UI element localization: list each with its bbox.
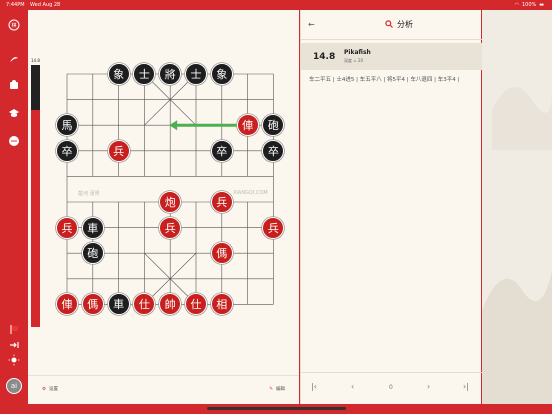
first-move-icon[interactable]: |‹	[311, 382, 317, 391]
piece-14[interactable]: 兵	[56, 216, 78, 239]
status-right: ◠ 100% ▬	[515, 2, 544, 8]
next-move-icon[interactable]: ›	[427, 382, 430, 391]
piece-10[interactable]: 卒	[210, 139, 233, 162]
piece-13[interactable]: 兵	[210, 191, 233, 213]
flag-icon[interactable]	[7, 322, 21, 336]
avatar[interactable]: ai	[6, 378, 22, 394]
piece-22[interactable]: 車	[107, 293, 130, 316]
logo-icon[interactable]: 棋	[7, 18, 21, 32]
search-icon	[385, 19, 393, 30]
river-watermark-right: XIANGQI.COM	[233, 190, 268, 196]
engine-depth: 深度 = 20	[344, 58, 363, 63]
settings-label: 设置	[49, 387, 59, 392]
background-art	[482, 10, 552, 404]
piece-3[interactable]: 士	[185, 63, 207, 85]
gear-icon: ⚙	[42, 386, 47, 392]
piece-11[interactable]: 卒	[262, 139, 285, 162]
piece-6[interactable]: 俥	[236, 114, 259, 137]
piece-8[interactable]: 卒	[56, 139, 78, 162]
river-watermark-left: 楚河 漢界	[78, 191, 100, 197]
eval-bar-black	[31, 65, 40, 110]
status-date: Wed Aug 28	[30, 2, 61, 8]
analysis-panel: ← 分析 14.8 Pikafish 深度 = 20 车二平五 | 士4进5 |…	[300, 10, 482, 404]
analysis-title: 分析	[385, 19, 413, 30]
principal-variation[interactable]: 车二平五 | 士4进5 | 车五平八 | 将5平4 | 车八退四 | 车3平4 …	[309, 75, 481, 83]
learn-icon[interactable]	[7, 106, 21, 120]
piece-9[interactable]: 兵	[107, 139, 130, 162]
piece-4[interactable]: 象	[210, 63, 233, 85]
back-arrow-icon[interactable]: ←	[308, 20, 315, 29]
svg-text:棋: 棋	[11, 22, 16, 29]
analysis-header: ← 分析	[301, 10, 482, 40]
logout-icon[interactable]	[7, 338, 21, 352]
engine-line[interactable]: 14.8 Pikafish 深度 = 20	[301, 43, 482, 70]
piece-19[interactable]: 傌	[210, 242, 233, 265]
engine-score: 14.8	[313, 52, 336, 62]
piece-16[interactable]: 兵	[159, 216, 182, 239]
piece-0[interactable]: 象	[107, 63, 130, 85]
puzzle-icon[interactable]	[7, 78, 21, 92]
piece-17[interactable]: 兵	[262, 216, 285, 239]
sidebar: 棋 ai	[0, 10, 28, 414]
piece-18[interactable]: 砲	[81, 242, 104, 265]
settings-button[interactable]: ⚙ 设置	[42, 386, 59, 393]
last-move-icon[interactable]: ›|	[463, 382, 469, 391]
piece-7[interactable]: 砲	[262, 114, 285, 137]
eval-label: 14.8	[31, 58, 40, 63]
analysis-icon[interactable]	[7, 52, 21, 66]
edit-icon: ✎	[269, 386, 273, 392]
eval-bar	[31, 65, 40, 327]
home-indicator	[207, 407, 346, 410]
wifi-icon: ◠	[514, 2, 519, 8]
status-time: 7:44PM	[6, 2, 25, 8]
battery-icon: ▬	[539, 2, 544, 8]
engine-name: Pikafish	[344, 49, 371, 56]
move-index: 0	[389, 384, 393, 391]
board-pane: 14.8 象士將士象馬俥砲卒兵卒卒炮兵兵車兵兵砲傌俥傌車仕帥仕相 楚河 漢界 X…	[28, 10, 299, 404]
move-navigation: |‹ ‹ 0 › ›|	[301, 372, 482, 404]
status-bar: 7:44PM Wed Aug 28 ◠ 100% ▬	[0, 0, 552, 10]
prev-move-icon[interactable]: ‹	[351, 382, 354, 391]
piece-15[interactable]: 車	[81, 216, 104, 239]
chat-icon[interactable]	[7, 134, 21, 148]
board-footer: ⚙ 设置 ✎ 编辑	[28, 375, 299, 404]
analysis-title-text: 分析	[397, 20, 413, 29]
battery-percent: 100%	[521, 2, 537, 8]
brightness-icon[interactable]	[7, 353, 21, 367]
edit-button[interactable]: ✎ 编辑	[269, 386, 285, 393]
edit-label: 编辑	[276, 387, 285, 392]
